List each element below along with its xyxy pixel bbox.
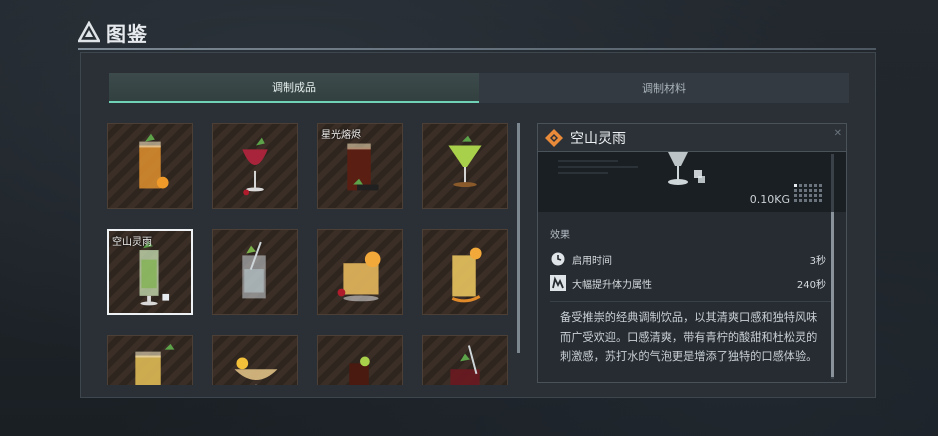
item-description: 备受推崇的经典调制饮品，以其清爽口感和独特风味而广受欢迎。口感清爽，带有青柠的酸…	[550, 301, 834, 367]
tab-bar: 调制成品 调制材料	[109, 73, 849, 103]
stat-value: 3秒	[809, 255, 826, 267]
drink-item-orange-highball[interactable]	[107, 123, 193, 209]
grid-scrollbar[interactable]	[517, 123, 520, 353]
item-grid-area: 星光熔烬空山灵雨	[107, 123, 509, 385]
page-title: 图鉴	[106, 21, 148, 46]
drink-item-dark-cola-tall[interactable]: 星光熔烬	[317, 123, 403, 209]
detail-image: 0.10KG	[538, 152, 846, 212]
effect-heading: 效果	[550, 230, 570, 241]
drink-item-mint-highball[interactable]: 空山灵雨	[107, 229, 193, 315]
drink-category-icon	[545, 128, 563, 147]
stat-label: 启用时间	[572, 255, 612, 267]
drink-item-label: 空山灵雨	[112, 237, 152, 248]
drink-image	[337, 251, 381, 302]
stat-value: 240秒	[796, 279, 826, 291]
drink-item-red-rocks[interactable]	[422, 335, 508, 385]
close-icon[interactable]: ✕	[834, 128, 842, 139]
drink-item-yellow-highball-2[interactable]	[107, 335, 193, 385]
tab-finished-drinks[interactable]: 调制成品	[109, 73, 479, 103]
drink-image	[234, 357, 278, 385]
detail-panel: 空山灵雨 ✕ 0.10KG 效果 启用时间 3秒 大幅提升体力属性 240秒 备…	[537, 123, 847, 383]
item-weight: 0.10KG	[749, 193, 790, 206]
drink-image	[242, 241, 266, 299]
archive-logo-icon	[78, 21, 100, 43]
codex-panel: 调制成品 调制材料 星光熔烬 空山灵雨 空山灵雨 ✕ 0.10KG 效果 启用时…	[80, 52, 876, 398]
drink-item-coupe-glass[interactable]	[212, 335, 298, 385]
detail-title: 空山灵雨	[570, 130, 626, 147]
drink-item-label: 星光熔烬	[321, 130, 361, 141]
drink-image	[139, 133, 169, 189]
drink-item-green-martini[interactable]	[422, 123, 508, 209]
tab-materials[interactable]: 调制材料	[479, 73, 849, 103]
detail-scrollbar-thumb[interactable]	[831, 212, 834, 377]
item-grid: 星光熔烬空山灵雨	[107, 123, 509, 385]
drink-item-red-wine-glass[interactable]	[212, 123, 298, 209]
drink-item-orange-rocks[interactable]	[317, 229, 403, 315]
stamina-icon	[550, 275, 566, 291]
drink-image	[349, 356, 370, 385]
drink-item-clear-highball[interactable]	[212, 229, 298, 315]
stat-stamina-boost: 大幅提升体力属性 240秒	[550, 271, 834, 295]
stat-activation-time: 启用时间 3秒	[550, 247, 834, 271]
inventory-grid-icon	[794, 184, 822, 202]
detail-body: 效果 启用时间 3秒 大幅提升体力属性 240秒 备受推崇的经典调制饮品，以其清…	[538, 212, 846, 367]
drink-item-cola-tall[interactable]	[317, 335, 403, 385]
drink-image	[135, 343, 175, 385]
title-bar: 图鉴	[78, 14, 876, 50]
stat-label: 大幅提升体力属性	[572, 279, 652, 291]
clock-icon	[551, 252, 565, 266]
detail-header: 空山灵雨 ✕	[538, 124, 846, 152]
detail-scrollbar[interactable]	[831, 154, 834, 379]
drink-image	[448, 135, 482, 187]
drink-image	[451, 247, 482, 303]
drink-image	[242, 137, 268, 196]
drink-image	[450, 345, 480, 385]
drink-item-yellow-highball[interactable]	[422, 229, 508, 315]
